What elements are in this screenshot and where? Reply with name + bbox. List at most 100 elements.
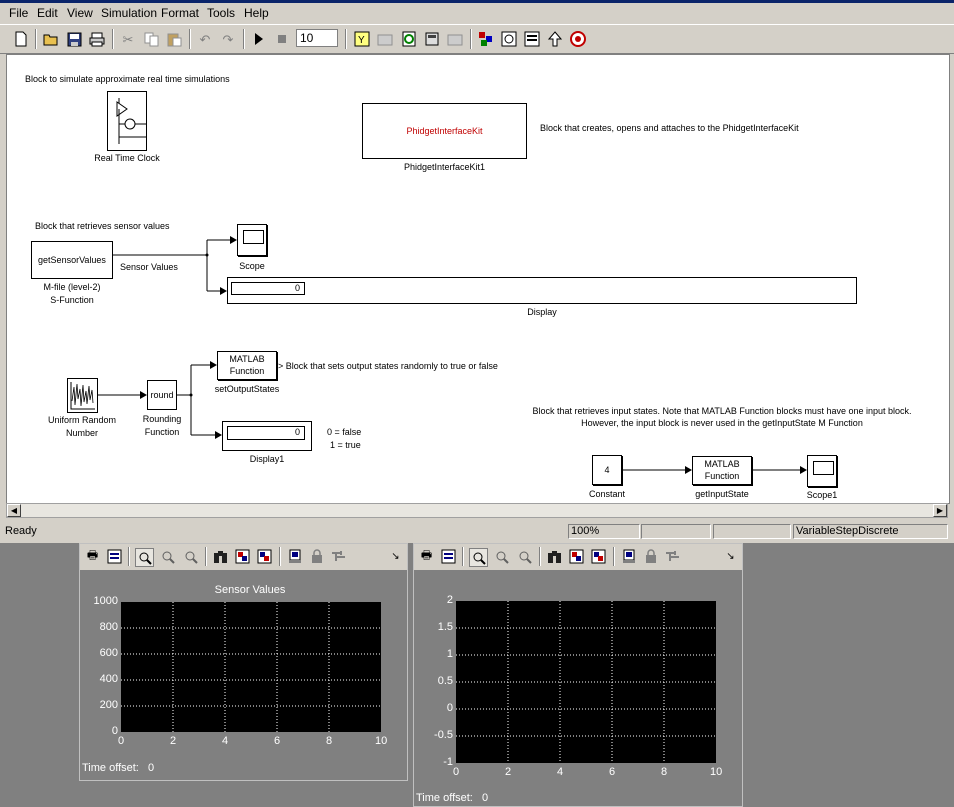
legend-true: 1 = true bbox=[330, 440, 361, 450]
signal-label-sensor-values: Sensor Values bbox=[120, 262, 178, 272]
zoom-y-icon[interactable] bbox=[182, 548, 199, 565]
lock-icon[interactable] bbox=[308, 548, 325, 565]
get-sensor-label-1: M-file (level-2) bbox=[43, 282, 101, 292]
build-icon[interactable]: Y bbox=[353, 30, 371, 48]
y-tick-label: 1 bbox=[446, 648, 453, 660]
x-tick-label: 10 bbox=[710, 766, 723, 778]
get-sensor-values-block[interactable]: getSensorValues bbox=[31, 241, 113, 279]
y-tick-label: 1.5 bbox=[437, 621, 453, 633]
menu-simulation[interactable]: Simulation bbox=[101, 6, 157, 20]
svg-text:Y: Y bbox=[358, 35, 365, 46]
menu-tools[interactable]: Tools bbox=[207, 6, 235, 20]
display1-block[interactable]: 0 bbox=[222, 421, 312, 451]
zoom-icon[interactable] bbox=[469, 548, 488, 567]
constant-block[interactable]: 4 bbox=[592, 455, 622, 485]
open-icon[interactable] bbox=[42, 30, 60, 48]
dock-arrow-icon[interactable]: ↘ bbox=[387, 548, 404, 565]
rtc-glyph-icon bbox=[116, 98, 146, 144]
parameters-icon[interactable] bbox=[440, 548, 457, 565]
toolbar: ✂ ↶ ↷ 10 Y bbox=[0, 24, 954, 54]
zoom-x-icon[interactable] bbox=[159, 548, 176, 565]
signal-selector-icon[interactable] bbox=[664, 548, 681, 565]
properties-icon[interactable] bbox=[523, 30, 541, 48]
scope2-plot-area[interactable] bbox=[456, 601, 716, 763]
up-icon[interactable] bbox=[546, 30, 564, 48]
restore-axes-icon[interactable] bbox=[590, 548, 607, 565]
stop-icon[interactable] bbox=[273, 30, 291, 48]
horizontal-scrollbar[interactable]: ◀ ▶ bbox=[6, 503, 948, 518]
autoscale-icon[interactable] bbox=[212, 548, 229, 565]
help-icon[interactable] bbox=[569, 30, 587, 48]
scroll-right-icon[interactable]: ▶ bbox=[933, 504, 947, 517]
status-empty-2 bbox=[713, 524, 791, 539]
parameters-icon[interactable] bbox=[106, 548, 123, 565]
scope1-plot-area[interactable] bbox=[121, 602, 381, 732]
scope2-time-offset-value: 0 bbox=[482, 792, 489, 804]
scope-toolbar: 🖶 ↘ bbox=[80, 544, 407, 571]
get-input-state-block[interactable]: MATLAB Function bbox=[692, 456, 752, 485]
set-output-states-block[interactable]: MATLAB Function bbox=[217, 351, 277, 380]
print-icon[interactable] bbox=[88, 30, 106, 48]
signal-selector-icon[interactable] bbox=[330, 548, 347, 565]
x-tick-label: 2 bbox=[169, 735, 177, 747]
y-tick-label: 800 bbox=[99, 621, 118, 633]
get-input-fn-line2: Function bbox=[704, 471, 740, 481]
scroll-left-icon[interactable]: ◀ bbox=[7, 504, 21, 517]
refresh-icon[interactable] bbox=[400, 30, 418, 48]
save-icon[interactable] bbox=[65, 30, 83, 48]
y-tick-label: 600 bbox=[99, 647, 118, 659]
new-icon[interactable] bbox=[12, 30, 30, 48]
scope1-grid bbox=[121, 602, 381, 732]
scope1-block[interactable] bbox=[807, 455, 837, 487]
model-canvas[interactable]: Block to simulate approximate real time … bbox=[6, 54, 950, 504]
zoom-icon[interactable] bbox=[135, 548, 154, 567]
save-axes-icon[interactable] bbox=[234, 548, 251, 565]
menu-edit[interactable]: Edit bbox=[37, 6, 58, 20]
autoscale-icon[interactable] bbox=[546, 548, 563, 565]
model-icon[interactable] bbox=[423, 30, 441, 48]
redo-icon[interactable]: ↷ bbox=[219, 30, 237, 48]
dock-arrow-icon[interactable]: ↘ bbox=[722, 548, 739, 565]
note-setoutput-text: Block that sets output states randomly t… bbox=[285, 361, 498, 371]
browser-icon[interactable] bbox=[477, 30, 495, 48]
copy-icon[interactable] bbox=[142, 30, 160, 48]
print-icon[interactable]: 🖶 bbox=[84, 548, 101, 565]
phidget-label: PhidgetInterfaceKit1 bbox=[403, 162, 486, 172]
scope-window-sensor-values: 🖶 ↘ Sensor Values Time offset: 0 0 2 4 6… bbox=[79, 543, 408, 781]
x-tick-label: 10 bbox=[375, 735, 388, 747]
menu-help[interactable]: Help bbox=[244, 6, 269, 20]
set-output-states-label: setOutputStates bbox=[214, 384, 280, 394]
paste-icon[interactable] bbox=[165, 30, 183, 48]
floating-scope-icon[interactable] bbox=[620, 548, 637, 565]
print-icon[interactable]: 🖶 bbox=[418, 548, 435, 565]
zoom-y-icon[interactable] bbox=[516, 548, 533, 565]
scope-block[interactable] bbox=[237, 224, 267, 256]
zoom-x-icon[interactable] bbox=[493, 548, 510, 565]
round-label-1: Rounding bbox=[142, 414, 182, 424]
undo-icon[interactable]: ↶ bbox=[196, 30, 214, 48]
play-icon[interactable] bbox=[250, 30, 268, 48]
rounding-function-block[interactable]: round bbox=[147, 380, 177, 410]
simulink-window: File Edit View Simulation Format Tools H… bbox=[0, 0, 954, 543]
explorer-icon[interactable] bbox=[500, 30, 518, 48]
x-tick-label: 6 bbox=[608, 766, 616, 778]
lock-icon[interactable] bbox=[642, 548, 659, 565]
menu-file[interactable]: File bbox=[9, 6, 28, 20]
display-block[interactable]: 0 bbox=[227, 277, 857, 304]
floating-scope-icon[interactable] bbox=[286, 548, 303, 565]
stop-time-input[interactable]: 10 bbox=[296, 29, 338, 47]
save-axes-icon[interactable] bbox=[568, 548, 585, 565]
phidget-interfacekit-block[interactable]: PhidgetInterfaceKit bbox=[362, 103, 527, 159]
library-icon[interactable] bbox=[376, 30, 394, 48]
note-input-2: However, the input block is never used i… bbox=[581, 418, 863, 428]
y-tick-label: 1000 bbox=[93, 595, 118, 607]
restore-axes-icon[interactable] bbox=[256, 548, 273, 565]
menu-format[interactable]: Format bbox=[161, 6, 199, 20]
y-tick-label: -0.5 bbox=[434, 729, 453, 741]
debug-icon[interactable] bbox=[446, 30, 464, 48]
cut-icon[interactable]: ✂ bbox=[119, 30, 137, 48]
uniform-random-number-block[interactable] bbox=[67, 378, 98, 413]
real-time-clock-block[interactable] bbox=[107, 91, 147, 151]
status-bar: Ready 100% VariableStepDiscrete bbox=[0, 522, 954, 542]
menu-view[interactable]: View bbox=[67, 6, 93, 20]
